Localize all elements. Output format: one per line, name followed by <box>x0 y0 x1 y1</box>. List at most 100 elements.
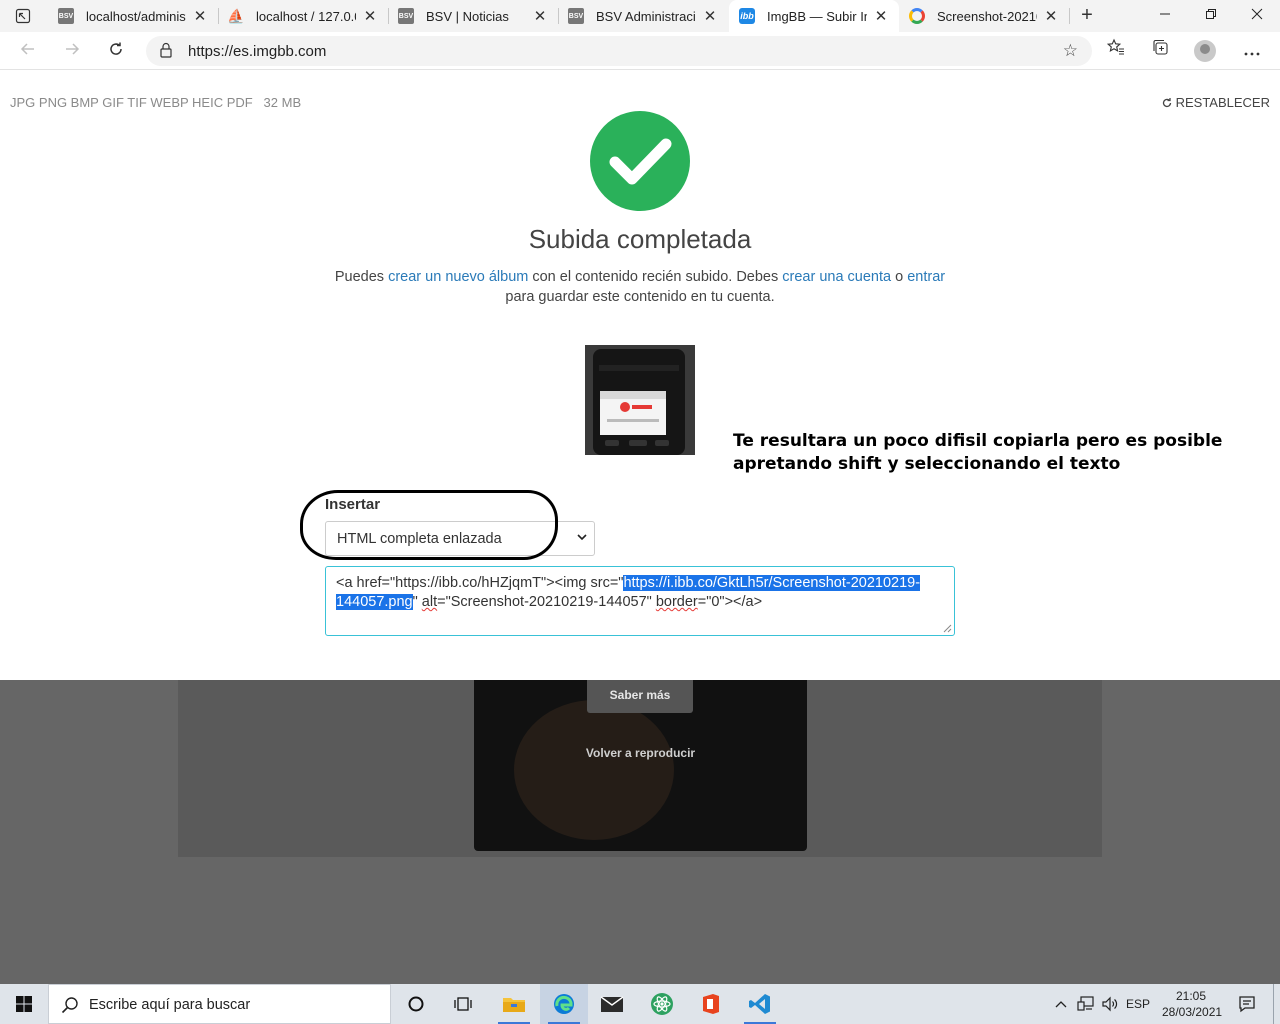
taskbar-clock[interactable]: 21:05 28/03/2021 <box>1162 988 1223 1020</box>
atom-app-button[interactable] <box>638 984 686 1024</box>
arrow-left-icon <box>20 43 34 55</box>
embed-code-textarea[interactable]: <a href="https://ibb.co/hHZjqmT"><img sr… <box>325 566 955 636</box>
task-view-button[interactable] <box>440 984 488 1024</box>
show-hidden-icons-button[interactable] <box>1050 984 1072 1024</box>
tab-phpmyadmin[interactable]: ⛵ localhost / 127.0.0.1 ✕ <box>218 0 388 32</box>
close-tab-icon[interactable]: ✕ <box>192 7 208 25</box>
tab-strip: BSV localhost/administra ✕ ⛵ localhost /… <box>0 0 1280 32</box>
code-text: <a href="https://ibb.co/hHZjqmT"><img sr… <box>336 575 624 591</box>
success-check-icon <box>590 111 690 211</box>
info-text: o <box>891 269 908 285</box>
clock-date: 28/03/2021 <box>1162 1005 1223 1019</box>
new-tab-button[interactable]: + <box>1075 4 1099 28</box>
cortana-button[interactable] <box>392 984 440 1024</box>
close-tab-icon[interactable]: ✕ <box>532 7 548 25</box>
forward-button[interactable] <box>59 38 85 64</box>
collections-icon <box>1153 39 1168 55</box>
bsv-favicon: BSV <box>398 8 414 24</box>
upload-info-text: Puedes crear un nuevo álbum con el conte… <box>0 268 1280 307</box>
close-icon <box>1251 8 1263 20</box>
restore-button[interactable] <box>1188 0 1234 32</box>
create-account-link[interactable]: crear una cuenta <box>782 269 891 285</box>
annotation-ellipse <box>300 490 558 560</box>
edge-browser-button[interactable] <box>540 984 588 1024</box>
start-button[interactable] <box>0 984 48 1024</box>
close-tab-icon[interactable]: ✕ <box>1043 7 1059 25</box>
resize-grip-icon[interactable] <box>943 624 952 633</box>
notification-icon <box>1239 996 1255 1013</box>
settings-menu-button[interactable] <box>1239 38 1265 64</box>
minimize-icon <box>1160 13 1170 15</box>
tab-imgbb[interactable]: ibb ImgBB — Subir Imá ✕ <box>729 0 899 32</box>
office-button[interactable] <box>687 984 735 1024</box>
atom-icon <box>651 993 673 1015</box>
action-center-button[interactable] <box>1232 984 1262 1024</box>
close-tab-icon[interactable]: ✕ <box>362 7 378 25</box>
chevron-down-icon <box>577 534 587 541</box>
search-icon <box>61 997 78 1014</box>
supported-formats: JPG PNG BMP GIF TIF WEBP HEIC PDF 32 MB <box>10 95 301 110</box>
network-button[interactable] <box>1074 984 1098 1024</box>
edge-icon <box>554 994 574 1014</box>
profile-avatar[interactable] <box>1194 40 1216 62</box>
back-button[interactable] <box>15 38 41 64</box>
create-album-link[interactable]: crear un nuevo álbum <box>388 269 528 285</box>
login-link[interactable]: entrar <box>907 269 945 285</box>
favorites-icon <box>1106 38 1124 55</box>
learn-more-button[interactable]: Saber más <box>587 680 693 713</box>
tab-screenshot[interactable]: Screenshot-202102 ✕ <box>899 0 1069 32</box>
taskbar-search-box[interactable]: Escribe aquí para buscar <box>48 984 391 1024</box>
info-text: con el contenido recién subido. Debes <box>528 269 783 285</box>
selected-code-text: https://i.ibb.co/GktLh5r/Screenshot-2021… <box>623 575 921 591</box>
close-tab-icon[interactable]: ✕ <box>702 7 718 25</box>
minimize-button[interactable] <box>1142 0 1188 32</box>
info-text: para guardar este contenido en tu cuenta… <box>505 288 775 305</box>
add-favorite-icon[interactable]: ☆ <box>1063 41 1078 61</box>
lock-icon <box>160 42 172 58</box>
reset-button[interactable]: RESTABLECER <box>1162 95 1270 110</box>
close-window-button[interactable] <box>1234 0 1280 32</box>
tab-title: BSV | Noticias <box>426 8 509 24</box>
imgbb-page: JPG PNG BMP GIF TIF WEBP HEIC PDF 32 MB … <box>0 71 1280 680</box>
tab-actions-button[interactable] <box>8 4 38 28</box>
volume-button[interactable] <box>1098 984 1122 1024</box>
file-explorer-button[interactable] <box>490 984 538 1024</box>
show-desktop-button[interactable] <box>1273 984 1274 1024</box>
tab-title: Screenshot-202102 <box>937 8 1037 24</box>
favorites-button[interactable] <box>1103 38 1129 64</box>
vscode-button[interactable] <box>736 984 784 1024</box>
tab-divider <box>1069 8 1070 24</box>
network-icon <box>1077 996 1094 1011</box>
close-tab-icon[interactable]: ✕ <box>873 7 889 25</box>
imgbb-favicon: ibb <box>739 8 755 24</box>
clock-time: 21:05 <box>1175 989 1207 1003</box>
tab-bsv-administracion[interactable]: BSV BSV Administracion ✕ <box>558 0 728 32</box>
code-text: ="Screenshot-20210219-144057" <box>437 594 656 610</box>
tab-bsv-noticias[interactable]: BSV BSV | Noticias ✕ <box>388 0 558 32</box>
office-icon <box>703 994 719 1014</box>
collections-button[interactable] <box>1147 38 1173 64</box>
more-options-icon <box>1244 52 1260 56</box>
selected-code-text: 144057.png <box>336 594 413 610</box>
code-text: ="0"></a> <box>697 594 763 610</box>
upload-complete-heading: Subida completada <box>528 224 752 254</box>
bsv-favicon: BSV <box>568 8 584 24</box>
windows-logo-icon <box>16 996 32 1012</box>
windows-taskbar: Escribe aquí para buscar ESP 21:05 28/03… <box>0 984 1280 1024</box>
mail-button[interactable] <box>588 984 636 1024</box>
refresh-button[interactable] <box>103 38 129 64</box>
uploaded-image-thumbnail[interactable] <box>585 345 695 455</box>
replay-button[interactable]: Volver a reproducir <box>474 746 807 760</box>
max-size: 32 MB <box>263 95 302 110</box>
tab-localhost-admin[interactable]: BSV localhost/administra ✕ <box>48 0 218 32</box>
search-placeholder: Escribe aquí para buscar <box>89 997 251 1013</box>
address-bar[interactable]: https://es.imgbb.com ☆ <box>146 36 1092 66</box>
tab-title: BSV Administracion <box>596 8 696 24</box>
tab-title: localhost/administra <box>86 8 186 24</box>
arrow-right-icon <box>66 43 80 55</box>
task-view-icon <box>454 997 472 1011</box>
bsv-favicon: BSV <box>58 8 74 24</box>
language-indicator[interactable]: ESP <box>1124 984 1152 1024</box>
format-list: JPG PNG BMP GIF TIF WEBP HEIC PDF <box>10 95 253 110</box>
tab-title: localhost / 127.0.0.1 <box>256 8 356 24</box>
